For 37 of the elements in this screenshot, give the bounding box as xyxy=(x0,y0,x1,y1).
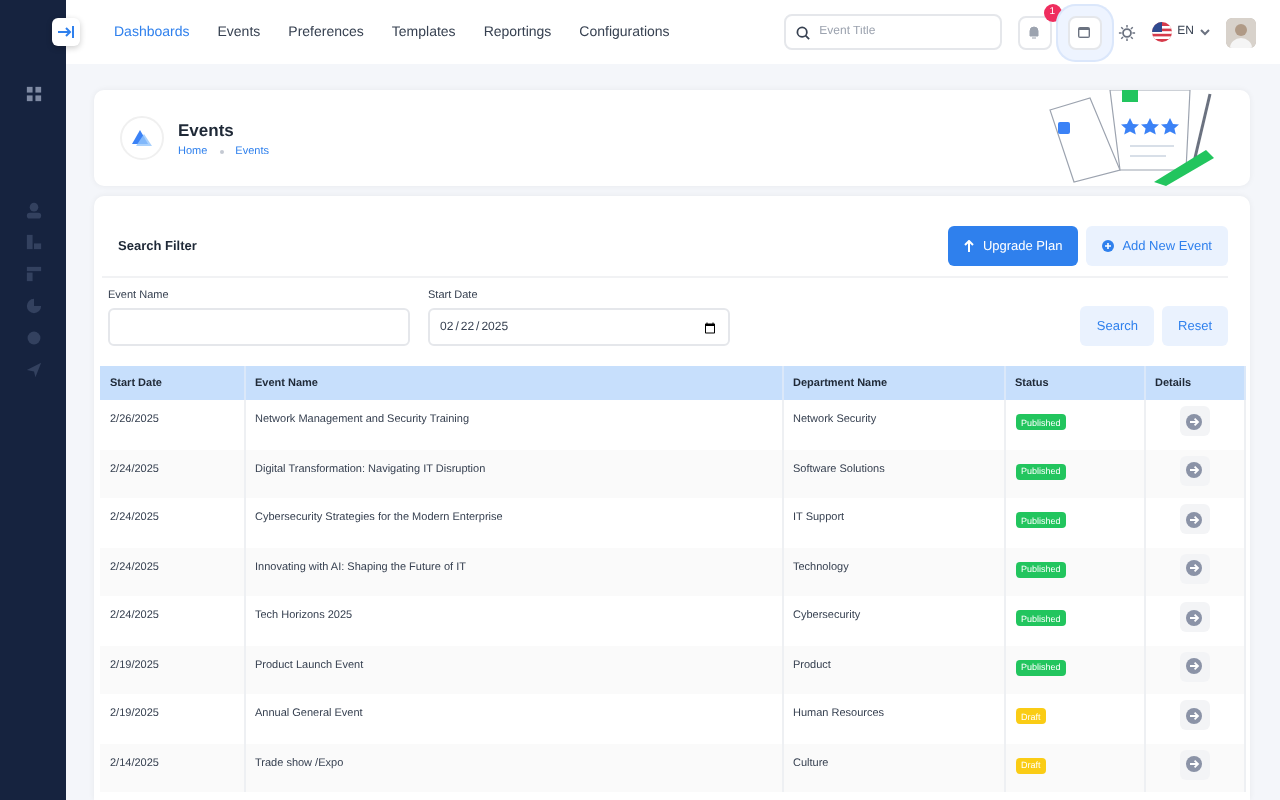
details-button[interactable] xyxy=(1179,602,1210,632)
details-button[interactable] xyxy=(1179,504,1210,534)
arrow-right-icon xyxy=(1186,462,1203,478)
sun-icon[interactable] xyxy=(1117,23,1136,41)
details-button[interactable] xyxy=(1179,651,1210,681)
bell-icon xyxy=(1026,24,1043,40)
arrow-right-icon xyxy=(1186,413,1203,429)
layout-icon[interactable] xyxy=(23,264,43,284)
details-button[interactable] xyxy=(1179,553,1210,583)
grid-icon[interactable] xyxy=(23,84,43,104)
arrow-right-icon xyxy=(1186,511,1203,527)
details-button[interactable] xyxy=(1179,749,1210,779)
details-button[interactable] xyxy=(1179,700,1210,730)
arrow-right-icon xyxy=(1186,707,1203,723)
collapse-arrow-icon xyxy=(58,26,74,38)
sidebar-toggle-button[interactable] xyxy=(52,18,80,46)
user-icon[interactable] xyxy=(23,200,43,220)
input-field[interactable] xyxy=(108,308,410,346)
calendar-icon xyxy=(1076,24,1093,40)
notification-button[interactable] xyxy=(1017,15,1052,49)
arrow-right-icon xyxy=(1186,560,1203,576)
page-title: Events xyxy=(178,119,236,139)
triangle-logo-icon xyxy=(120,116,164,160)
arrow-right-icon xyxy=(1186,756,1203,772)
send-icon[interactable] xyxy=(23,360,43,380)
flag-icon xyxy=(1151,22,1172,42)
arrow-right-icon xyxy=(1186,609,1203,625)
details-button[interactable] xyxy=(1179,406,1210,436)
arrow-right-icon xyxy=(1186,658,1203,674)
caret-icon xyxy=(1200,28,1210,36)
arrow-up-icon xyxy=(964,240,975,252)
search-icon xyxy=(795,25,810,39)
avatar[interactable] xyxy=(1226,17,1256,47)
plus-circle-icon xyxy=(1102,240,1115,252)
chart-icon[interactable] xyxy=(23,232,43,252)
pie-icon[interactable] xyxy=(23,296,43,316)
details-button[interactable] xyxy=(1179,455,1210,485)
